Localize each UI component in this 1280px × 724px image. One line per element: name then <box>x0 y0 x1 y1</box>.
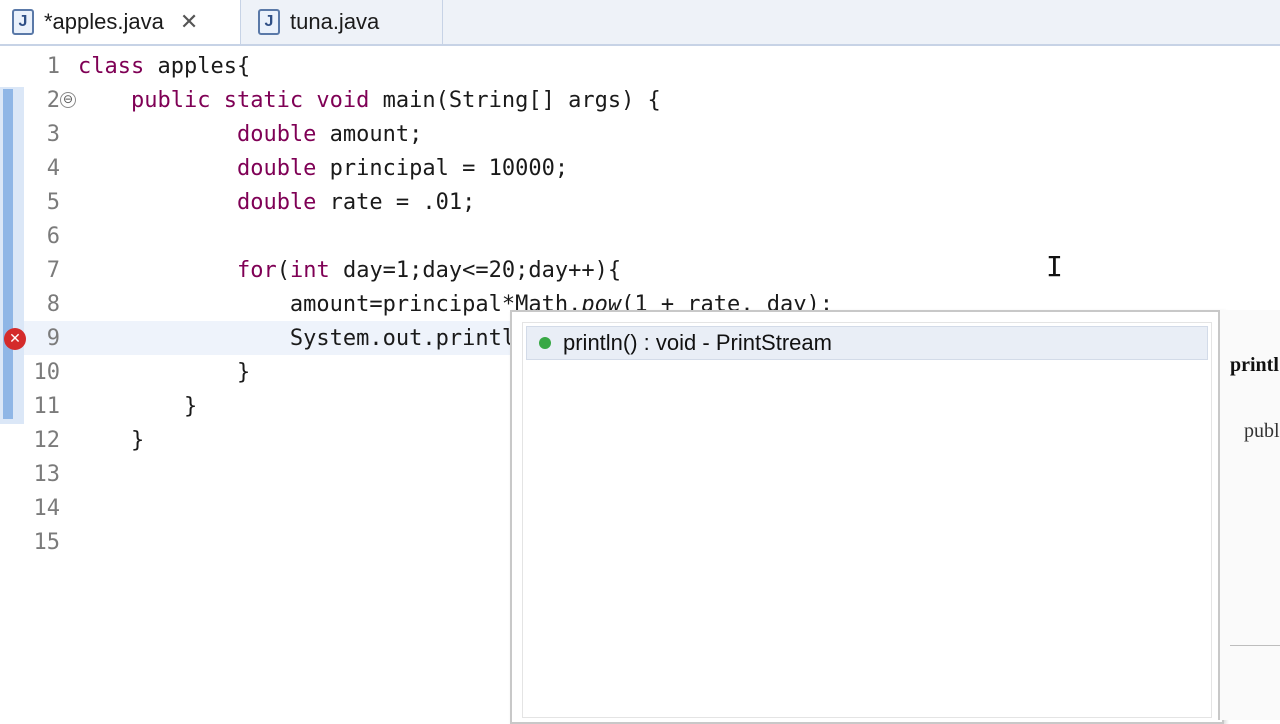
fold-collapse-icon[interactable]: ⊖ <box>60 92 76 108</box>
proposal-label: println() : void - PrintStream <box>563 330 832 355</box>
code-line: } <box>236 360 251 385</box>
line-number: 4 <box>46 156 60 181</box>
close-icon[interactable]: ✕ <box>180 9 198 35</box>
code-line: } <box>183 394 198 419</box>
code-line: double principal = 10000; <box>236 156 569 181</box>
javadoc-hover-panel[interactable]: printl publ <box>1218 310 1280 720</box>
line-number: 8 <box>46 292 60 317</box>
java-file-icon: J <box>258 9 280 35</box>
divider <box>1230 645 1280 646</box>
content-assist-popup[interactable]: println() : void - PrintStream <box>510 310 1224 724</box>
java-file-icon: J <box>12 9 34 35</box>
javadoc-text: publ <box>1244 420 1280 442</box>
line-number: 2 <box>46 88 60 113</box>
error-icon[interactable]: ✕ <box>4 328 26 350</box>
tab-apples-java[interactable]: J *apples.java ✕ <box>0 0 241 44</box>
proposal-list[interactable] <box>522 322 1212 718</box>
line-number: 10 <box>33 360 61 385</box>
line-number: 5 <box>46 190 60 215</box>
line-number: 1 <box>46 54 60 79</box>
change-indicator <box>3 89 13 419</box>
line-number: 9 <box>46 326 60 351</box>
tab-label: tuna.java <box>290 9 380 34</box>
code-line: public static void main(String[] args) { <box>130 88 661 113</box>
code-line: double amount; <box>236 122 423 147</box>
line-number: 6 <box>46 224 60 249</box>
javadoc-title: printl <box>1230 354 1279 376</box>
line-number: 13 <box>33 462 61 487</box>
proposal-item[interactable]: println() : void - PrintStream <box>526 326 1208 360</box>
editor-tab-bar: J *apples.java ✕ J tuna.java <box>0 0 1280 46</box>
tab-label: *apples.java <box>44 9 164 34</box>
ibeam-cursor-icon: I <box>1046 250 1063 283</box>
tab-tuna-java[interactable]: J tuna.java <box>246 0 443 44</box>
code-line: System.out.println() <box>289 326 555 351</box>
line-number: 14 <box>33 496 61 521</box>
code-line: for(int day=1;day<=20;day++){ <box>236 258 622 283</box>
line-number: 11 <box>33 394 61 419</box>
code-line: class apples{ <box>78 54 251 79</box>
line-number: 3 <box>46 122 60 147</box>
line-number: 7 <box>46 258 60 283</box>
line-number: 12 <box>33 428 61 453</box>
public-method-icon <box>539 337 551 349</box>
code-line: } <box>130 428 145 453</box>
code-line: double rate = .01; <box>236 190 476 215</box>
line-number: 15 <box>33 530 61 555</box>
